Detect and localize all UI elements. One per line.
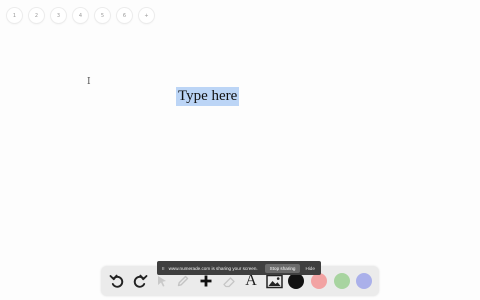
color-green-swatch[interactable] <box>334 273 350 289</box>
page-2-button[interactable]: 2 <box>29 8 44 23</box>
page-5-button[interactable]: 5 <box>95 8 110 23</box>
page-selector: 1 2 3 4 5 6 + <box>7 8 154 23</box>
add-page-button[interactable]: + <box>139 8 154 23</box>
text-cursor-icon: I <box>87 77 91 87</box>
page-4-button[interactable]: 4 <box>73 8 88 23</box>
hide-button[interactable]: Hide <box>305 266 314 271</box>
screen-sharing-bar: II www.numerade.com is sharing your scre… <box>157 261 321 275</box>
pause-icon: II <box>162 265 165 271</box>
page-3-button[interactable]: 3 <box>51 8 66 23</box>
color-blue-swatch[interactable] <box>356 273 372 289</box>
redo-icon[interactable] <box>129 270 151 292</box>
color-red-swatch[interactable] <box>311 273 327 289</box>
stop-sharing-button[interactable]: Stop sharing <box>264 263 301 273</box>
undo-icon[interactable] <box>106 270 128 292</box>
page-6-button[interactable]: 6 <box>117 8 132 23</box>
canvas-text-box[interactable]: Type here <box>176 87 240 106</box>
color-black-swatch[interactable] <box>288 273 304 289</box>
sharing-message: www.numerade.com is sharing your screen. <box>168 265 258 271</box>
page-1-button[interactable]: 1 <box>7 8 22 23</box>
